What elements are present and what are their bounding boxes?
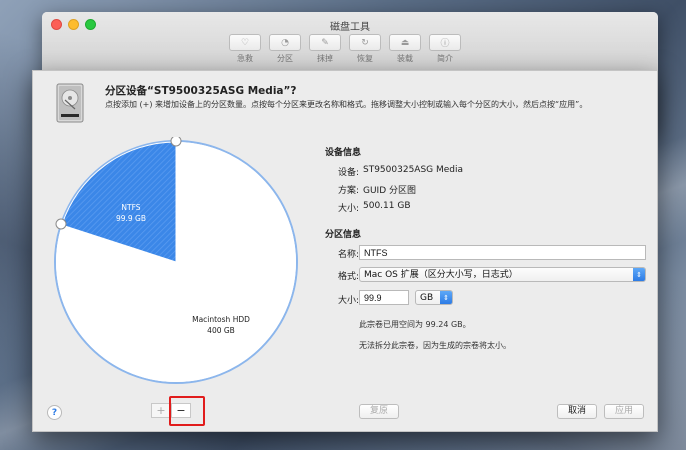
info-icon[interactable]: ⓘ	[429, 34, 461, 51]
scheme-value: GUID 分区图	[363, 186, 417, 196]
partition-info-title: 分区信息	[325, 230, 362, 240]
partition-sheet: 分区设备“ST9500325ASG Media”? 点按添加 (+) 来增加设备…	[32, 70, 658, 432]
slice-label-ntfs-name: NTFS	[121, 203, 140, 212]
toolbar-mount[interactable]: ⏏ 装载	[389, 34, 421, 64]
partition-icon[interactable]: ◔	[269, 34, 301, 51]
partition-pie-chart[interactable]: NTFS 99.9 GB Macintosh HDD 400 GB	[51, 137, 301, 387]
scheme-label: 方案:	[337, 186, 359, 196]
partition-name-input[interactable]	[359, 245, 646, 260]
toolbar-label: 分区	[277, 54, 293, 63]
resize-handle-left[interactable]	[55, 218, 67, 230]
window-titlebar: 磁盘工具 ♡ 急救 ◔ 分区 ✎ 抹掉 ↻ 恢复 ⏏ 装载 ⓘ 简介	[42, 12, 658, 72]
slice-label-mac-size: 400 GB	[207, 326, 235, 335]
unit-select[interactable]: GB ⇕	[415, 290, 453, 305]
window-title: 磁盘工具	[330, 22, 370, 33]
toolbar-label: 恢复	[357, 54, 373, 63]
help-button[interactable]: ?	[47, 405, 62, 420]
split-warning-note: 无法拆分此宗卷，因为生成的宗卷将太小。	[359, 341, 511, 350]
toolbar-restore[interactable]: ↻ 恢复	[349, 34, 381, 64]
slice-label-ntfs-size: 99.9 GB	[116, 214, 146, 223]
name-label: 名称:	[337, 250, 359, 260]
device-info-title: 设备信息	[325, 148, 362, 158]
device-size-value: 500.11 GB	[363, 201, 411, 211]
size-label: 大小:	[337, 296, 359, 306]
resize-handle-top[interactable]	[170, 137, 182, 147]
sheet-title: 分区设备“ST9500325ASG Media”?	[105, 85, 297, 97]
device-value: ST9500325ASG Media	[363, 165, 464, 175]
device-size-label: 大小:	[337, 204, 359, 214]
cancel-button[interactable]: 取消	[557, 404, 597, 419]
sheet-description: 点按添加 (+) 来增加设备上的分区数量。点按每个分区来更改名称和格式。拖移调整…	[105, 100, 588, 109]
toolbar-first-aid[interactable]: ♡ 急救	[229, 34, 261, 64]
toolbar-label: 简介	[437, 54, 453, 63]
unit-select-value: GB	[420, 293, 434, 303]
add-partition-button[interactable]: +	[151, 403, 171, 418]
device-label: 设备:	[337, 168, 359, 178]
toolbar-label: 抹掉	[317, 54, 333, 63]
partition-size-input[interactable]	[359, 290, 409, 305]
toolbar-erase[interactable]: ✎ 抹掉	[309, 34, 341, 64]
revert-button[interactable]: 复原	[359, 404, 399, 419]
toolbar: ♡ 急救 ◔ 分区 ✎ 抹掉 ↻ 恢复 ⏏ 装载 ⓘ 简介	[229, 34, 461, 64]
toolbar-label: 装载	[397, 54, 413, 63]
restore-icon[interactable]: ↻	[349, 34, 381, 51]
remove-button-highlight	[169, 396, 205, 426]
format-label: 格式:	[337, 272, 359, 282]
stethoscope-icon[interactable]: ♡	[229, 34, 261, 51]
updown-arrow-icon: ⇕	[440, 291, 452, 304]
apply-button[interactable]: 应用	[604, 404, 644, 419]
slice-label-mac-name: Macintosh HDD	[192, 315, 250, 324]
toolbar-partition[interactable]: ◔ 分区	[269, 34, 301, 64]
format-select-value: Mac OS 扩展（区分大小写，日志式）	[364, 270, 518, 280]
format-select[interactable]: Mac OS 扩展（区分大小写，日志式） ⇕	[359, 267, 646, 282]
mount-icon[interactable]: ⏏	[389, 34, 421, 51]
used-space-note: 此宗卷已用空间为 99.24 GB。	[359, 320, 471, 329]
updown-arrow-icon: ⇕	[633, 268, 645, 281]
erase-icon[interactable]: ✎	[309, 34, 341, 51]
toolbar-label: 急救	[237, 54, 253, 63]
toolbar-info[interactable]: ⓘ 简介	[429, 34, 461, 64]
hard-drive-icon	[56, 83, 84, 123]
